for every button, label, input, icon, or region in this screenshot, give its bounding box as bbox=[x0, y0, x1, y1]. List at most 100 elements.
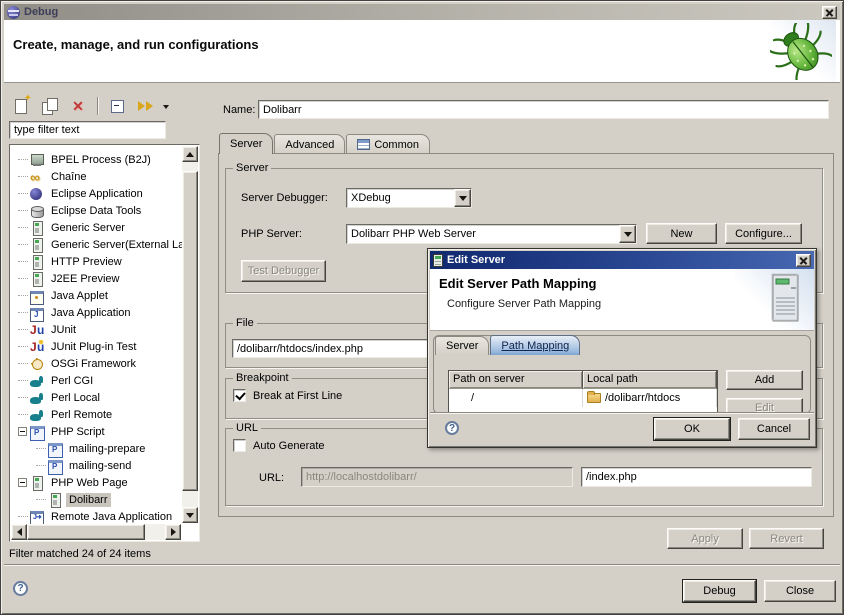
edit-server-tab-server[interactable]: Server bbox=[435, 336, 489, 355]
tree-item-generic-server[interactable]: Generic Server bbox=[10, 219, 182, 236]
tree-connector bbox=[18, 295, 28, 296]
debug-button[interactable]: Debug bbox=[683, 580, 756, 602]
tree-item-label: Perl Remote bbox=[48, 408, 115, 422]
eclipse-logo-icon bbox=[7, 6, 20, 19]
tree-connector bbox=[18, 278, 28, 279]
delete-configuration-icon[interactable] bbox=[67, 96, 89, 116]
cancel-button[interactable]: Cancel bbox=[738, 418, 810, 440]
server-debugger-dropdown-arrow[interactable] bbox=[454, 189, 471, 207]
window-titlebar[interactable]: Debug bbox=[4, 4, 840, 20]
tree-item-mailing-send[interactable]: mailing-send bbox=[10, 457, 182, 474]
tree-item-label: PHP Script bbox=[48, 425, 108, 439]
tree-item-label: OSGi Framework bbox=[48, 357, 139, 371]
duplicate-configuration-icon[interactable] bbox=[39, 96, 61, 116]
help-icon[interactable]: ? bbox=[13, 581, 28, 596]
tree-item-generic-server-external-la[interactable]: Generic Server(External La bbox=[10, 236, 182, 253]
filter-input[interactable] bbox=[9, 121, 166, 139]
url-path-input[interactable] bbox=[581, 467, 812, 487]
tree-item-label: JUnit Plug-in Test bbox=[48, 340, 139, 354]
new-server-button[interactable]: New bbox=[646, 223, 717, 244]
tree-item-java-application[interactable]: Java Application bbox=[10, 304, 182, 321]
tree-item-label: Java Application bbox=[48, 306, 134, 320]
add-mapping-button[interactable]: Add bbox=[726, 370, 803, 390]
tree-item-java-applet[interactable]: Java Applet bbox=[10, 287, 182, 304]
horizontal-scroll-thumb[interactable] bbox=[27, 524, 145, 540]
tree-item-php-script[interactable]: PHP Script bbox=[10, 423, 182, 440]
tree-item-dolibarr[interactable]: Dolibarr bbox=[10, 491, 182, 508]
dialog-help-icon[interactable]: ? bbox=[445, 421, 459, 435]
configure-server-button[interactable]: Configure... bbox=[725, 223, 802, 244]
php-server-dropdown-arrow[interactable] bbox=[619, 225, 636, 243]
tree-item-j2ee-preview[interactable]: J2EE Preview bbox=[10, 270, 182, 287]
tree-item-php-web-page[interactable]: PHP Web Page bbox=[10, 474, 182, 491]
path-mapping-table[interactable]: Path on serverLocal path//dolibarr/htdoc… bbox=[448, 370, 718, 414]
tree-item-label: PHP Web Page bbox=[48, 476, 131, 490]
tree-item-label: Dolibarr bbox=[66, 493, 111, 507]
collapse-all-icon[interactable] bbox=[107, 96, 129, 116]
tree-item-junit-plug-in-test[interactable]: JUnit Plug-in Test bbox=[10, 338, 182, 355]
tree-item-cha-ne[interactable]: Chaîne bbox=[10, 168, 182, 185]
tree-item-junit[interactable]: JUnit bbox=[10, 321, 182, 338]
perl-icon bbox=[29, 391, 45, 405]
new-configuration-icon[interactable] bbox=[11, 96, 33, 116]
scroll-down-button[interactable] bbox=[182, 507, 198, 523]
name-input[interactable] bbox=[258, 100, 829, 119]
tree-connector bbox=[18, 346, 28, 347]
window-close-button[interactable] bbox=[822, 6, 837, 19]
tree-item-osgi-framework[interactable]: OSGi Framework bbox=[10, 355, 182, 372]
collapse-expander-icon[interactable] bbox=[18, 478, 27, 487]
auto-generate-checkbox[interactable] bbox=[233, 439, 246, 452]
scroll-left-button[interactable] bbox=[11, 524, 27, 540]
debug-configurations-window: Debug Create, manage, and run configurat… bbox=[0, 0, 844, 615]
config-tab-server[interactable]: Server bbox=[219, 133, 273, 154]
tree-item-perl-cgi[interactable]: Perl CGI bbox=[10, 372, 182, 389]
tree-item-eclipse-data-tools[interactable]: Eclipse Data Tools bbox=[10, 202, 182, 219]
column-header-path-on-server[interactable]: Path on server bbox=[449, 371, 583, 389]
vertical-scroll-thumb[interactable] bbox=[182, 171, 198, 491]
tree-item-http-preview[interactable]: HTTP Preview bbox=[10, 253, 182, 270]
close-button[interactable]: Close bbox=[764, 580, 836, 602]
revert-button[interactable]: Revert bbox=[749, 528, 824, 549]
auto-generate-label[interactable]: Auto Generate bbox=[253, 440, 325, 452]
tree-horizontal-scrollbar[interactable] bbox=[11, 524, 181, 540]
tree-item-perl-remote[interactable]: Perl Remote bbox=[10, 406, 182, 423]
tree-item-perl-local[interactable]: Perl Local bbox=[10, 389, 182, 406]
break-at-first-line-checkbox[interactable] bbox=[233, 389, 246, 402]
tree-item-label: HTTP Preview bbox=[48, 255, 125, 269]
path-mapping-row[interactable]: //dolibarr/htdocs bbox=[449, 389, 717, 407]
tree-toolbar bbox=[11, 95, 169, 117]
tree-item-eclipse-application[interactable]: Eclipse Application bbox=[10, 185, 182, 202]
filter-menu-caret-icon[interactable] bbox=[163, 105, 169, 112]
footer-separator bbox=[4, 564, 840, 566]
php-server-select[interactable]: Dolibarr PHP Web Server bbox=[346, 224, 637, 244]
collapse-expander-icon[interactable] bbox=[18, 427, 27, 436]
edit-server-close-button[interactable] bbox=[796, 254, 811, 267]
scroll-up-button[interactable] bbox=[182, 146, 198, 162]
edit-server-tab-path-mapping[interactable]: Path Mapping bbox=[490, 335, 580, 355]
banner: Create, manage, and run configurations bbox=[4, 20, 840, 83]
name-label: Name: bbox=[223, 104, 255, 116]
ok-button[interactable]: OK bbox=[654, 418, 730, 440]
tree-connector bbox=[18, 414, 28, 415]
scroll-right-button[interactable] bbox=[165, 524, 181, 540]
server-debugger-label: Server Debugger: bbox=[241, 192, 328, 204]
tree-connector bbox=[18, 176, 28, 177]
configurations-tree: BPEL Process (B2J)ChaîneEclipse Applicat… bbox=[9, 144, 200, 542]
tab-label: Path Mapping bbox=[501, 340, 569, 352]
config-tab-common[interactable]: Common bbox=[346, 134, 430, 154]
edit-server-titlebar[interactable]: Edit Server bbox=[430, 251, 814, 269]
config-tab-advanced[interactable]: Advanced bbox=[274, 134, 345, 154]
test-debugger-button[interactable]: Test Debugger bbox=[241, 260, 326, 282]
generic-server-icon bbox=[29, 272, 45, 286]
tree-item-remote-java-application[interactable]: Remote Java Application bbox=[10, 508, 182, 524]
break-at-first-line-label[interactable]: Break at First Line bbox=[253, 390, 342, 402]
tree-connector bbox=[18, 380, 28, 381]
apply-button[interactable]: Apply bbox=[667, 528, 743, 549]
tree-item-mailing-prepare[interactable]: mailing-prepare bbox=[10, 440, 182, 457]
server-debugger-select[interactable]: XDebug bbox=[346, 188, 472, 208]
tree-item-label: BPEL Process (B2J) bbox=[48, 153, 154, 167]
filter-configurations-icon[interactable] bbox=[135, 96, 157, 116]
tree-item-bpel-process-b2j-[interactable]: BPEL Process (B2J) bbox=[10, 151, 182, 168]
tree-vertical-scrollbar[interactable] bbox=[182, 146, 198, 523]
column-header-local-path[interactable]: Local path bbox=[583, 371, 717, 389]
